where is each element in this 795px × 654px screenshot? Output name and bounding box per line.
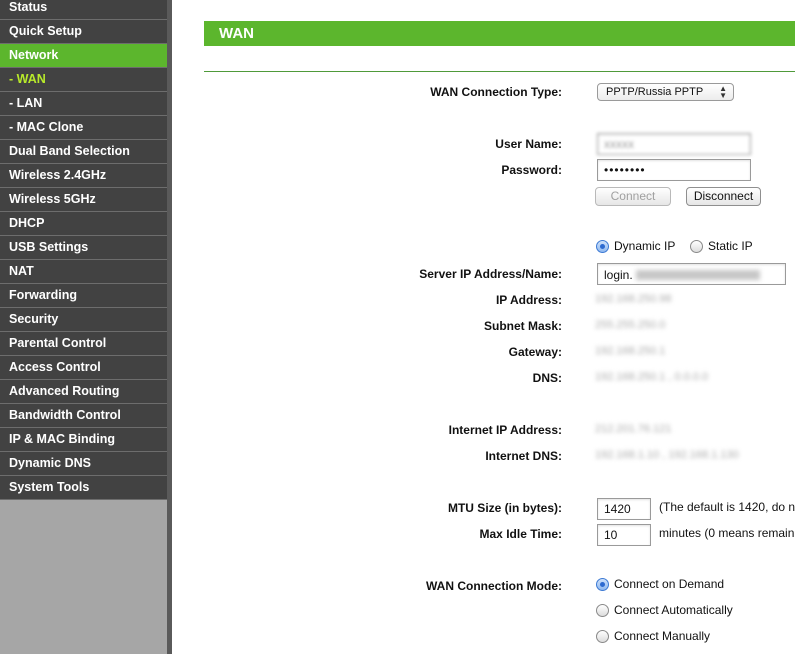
sidebar-item-forwarding[interactable]: Forwarding: [0, 284, 167, 308]
internet-dns-value: 192.168.1.10 , 192.168.1.130: [595, 449, 739, 461]
radio-unchecked-icon: [596, 629, 609, 643]
internet-dns-label: Internet DNS:: [485, 449, 562, 463]
static-ip-label: Static IP: [708, 239, 753, 253]
sidebar-item-access-control[interactable]: Access Control: [0, 356, 167, 380]
static-ip-radio[interactable]: Static IP: [690, 239, 753, 253]
sidebar-item-quick-setup[interactable]: Quick Setup: [0, 20, 167, 44]
sidebar-item-dynamic-dns[interactable]: Dynamic DNS: [0, 452, 167, 476]
mode-demand-radio[interactable]: Connect on Demand: [596, 577, 724, 591]
radio-checked-icon: [596, 577, 609, 591]
subnet-label: Subnet Mask:: [483, 319, 562, 333]
idle-note: minutes (0 means remain: [659, 526, 795, 540]
ip-label: IP Address:: [495, 293, 562, 307]
dns-value: 192.168.250.1 , 0.0.0.0: [595, 371, 709, 383]
mtu-note: (The default is 1420, do n: [659, 500, 795, 514]
sidebar-item-nat[interactable]: NAT: [0, 260, 167, 284]
server-input-text: login.: [604, 268, 633, 282]
username-input[interactable]: [597, 133, 751, 155]
subnet-value: 255.255.250.0: [595, 319, 666, 331]
server-label: Server IP Address/Name:: [419, 267, 562, 281]
username-label: User Name:: [495, 137, 562, 151]
connection-type-value: PPTP/Russia PPTP: [606, 86, 704, 98]
radio-checked-icon: [596, 239, 609, 253]
sidebar-item-wireless-5ghz[interactable]: Wireless 5GHz: [0, 188, 167, 212]
dns-label: DNS:: [532, 371, 562, 385]
mode-auto-radio[interactable]: Connect Automatically: [596, 603, 733, 617]
mode-manual-radio[interactable]: Connect Manually: [596, 629, 710, 643]
internet-ip-label: Internet IP Address:: [448, 423, 562, 437]
sidebar-item-wireless-2-4ghz[interactable]: Wireless 2.4GHz: [0, 164, 167, 188]
server-input[interactable]: login.: [597, 263, 786, 285]
sidebar-item-usb-settings[interactable]: USB Settings: [0, 236, 167, 260]
sidebar-item-dhcp[interactable]: DHCP: [0, 212, 167, 236]
connect-button[interactable]: Connect: [595, 187, 671, 206]
mode-manual-label: Connect Manually: [614, 629, 711, 643]
gateway-label: Gateway:: [508, 345, 562, 359]
sidebar-item-mac-clone[interactable]: - MAC Clone: [0, 116, 167, 140]
dynamic-ip-radio[interactable]: Dynamic IP: [596, 239, 675, 253]
radio-unchecked-icon: [690, 239, 703, 253]
password-input[interactable]: [597, 159, 751, 181]
sidebar-item-ip-mac-binding[interactable]: IP & MAC Binding: [0, 428, 167, 452]
main-content: WAN WAN Connection Type: PPTP/Russia PPT…: [172, 0, 795, 654]
mode-label: WAN Connection Mode:: [426, 579, 562, 593]
connection-type-label: WAN Connection Type:: [430, 85, 562, 99]
idle-label: Max Idle Time:: [479, 527, 562, 541]
disconnect-button[interactable]: Disconnect: [686, 187, 761, 206]
ip-value: 192.168.250.98: [595, 293, 672, 305]
sidebar-item-security[interactable]: Security: [0, 308, 167, 332]
idle-input[interactable]: [597, 524, 651, 546]
connection-type-select[interactable]: PPTP/Russia PPTP ▲ ▼: [597, 83, 734, 101]
mode-demand-label: Connect on Demand: [614, 577, 725, 591]
sidebar-item-bandwidth-control[interactable]: Bandwidth Control: [0, 404, 167, 428]
internet-ip-value: 212.201.76.121: [595, 423, 672, 435]
sidebar-item-wan[interactable]: - WAN: [0, 68, 167, 92]
sidebar-item-network[interactable]: Network: [0, 44, 167, 68]
sidebar-item-advanced-routing[interactable]: Advanced Routing: [0, 380, 167, 404]
sidebar-item-parental-control[interactable]: Parental Control: [0, 332, 167, 356]
sidebar-item-system-tools[interactable]: System Tools: [0, 476, 167, 500]
mtu-label: MTU Size (in bytes):: [447, 501, 562, 515]
mode-auto-label: Connect Automatically: [614, 603, 733, 617]
title-divider: [204, 71, 795, 72]
password-label: Password:: [501, 163, 562, 177]
sidebar-item-status[interactable]: Status: [0, 0, 167, 20]
select-arrows-icon: ▲ ▼: [719, 84, 727, 100]
dynamic-ip-label: Dynamic IP: [614, 239, 676, 253]
sidebar-item-lan[interactable]: - LAN: [0, 92, 167, 116]
mtu-input[interactable]: [597, 498, 651, 520]
server-input-redacted: [636, 270, 760, 280]
radio-unchecked-icon: [596, 603, 609, 617]
sidebar: Status Quick Setup Network - WAN - LAN - MAC …: [0, 0, 167, 654]
sidebar-item-dual-band-selection[interactable]: Dual Band Selection: [0, 140, 167, 164]
sidebar-menu: Status Quick Setup Network - WAN - LAN - MAC …: [0, 0, 167, 500]
page-title: WAN: [204, 21, 795, 46]
gateway-value: 192.168.250.1: [595, 345, 666, 357]
